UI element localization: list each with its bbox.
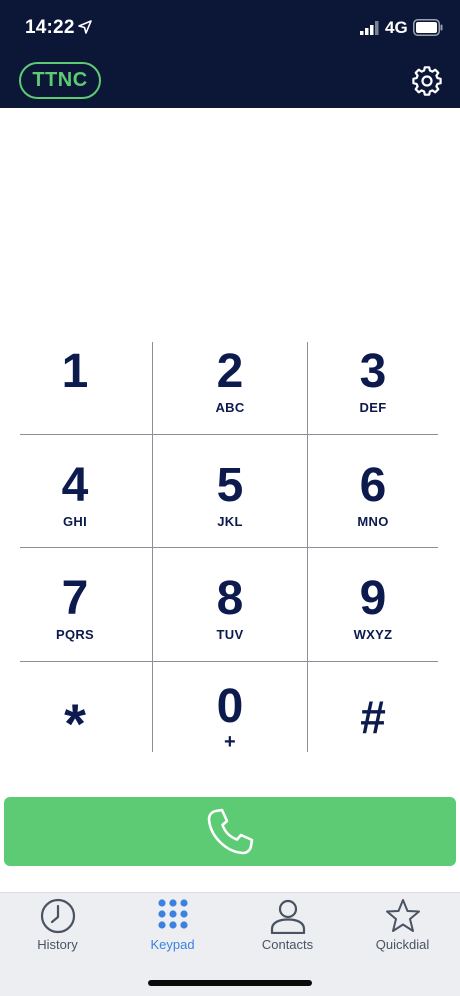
tab-history[interactable]: History [0,893,115,963]
key-0[interactable]: 0 + [153,677,307,754]
key-digit: 6 [359,459,387,512]
key-digit: 5 [216,459,244,512]
key-letters: GHI [62,514,87,529]
location-arrow-icon [78,20,92,34]
tab-contacts[interactable]: Contacts [230,893,345,963]
dial-keypad: 1 2 ABC 3 DEF 4 GHI 5 JKL 6 MNO 7 PQRS 8… [20,342,438,754]
home-indicator[interactable] [148,980,312,986]
key-6[interactable]: 6 MNO [308,456,438,547]
key-letters: WXYZ [353,627,393,642]
status-time: 14:22 [25,17,75,38]
key-4[interactable]: 4 GHI [20,456,130,547]
tab-label: Contacts [261,937,314,952]
key-7[interactable]: 7 PQRS [20,569,130,661]
tab-quickdial[interactable]: Quickdial [345,893,460,963]
key-9[interactable]: 9 WXYZ [308,569,438,661]
key-3[interactable]: 3 DEF [308,342,438,434]
key-letters: JKL [217,514,243,529]
call-button[interactable] [4,797,456,866]
tab-label: Quickdial [375,937,430,952]
keypad-divider [20,434,438,435]
app-header: 14:22 4G TTNC [0,0,460,108]
person-icon [270,899,305,934]
key-letters: + [224,731,236,753]
key-digit: 8 [216,572,244,625]
key-2[interactable]: 2 ABC [153,342,307,434]
status-bar: 14:22 4G [0,0,460,56]
ttnc-logo: TTNC [19,62,101,99]
key-digit: 1 [61,345,89,398]
key-digit: 4 [61,459,89,512]
key-letters: MNO [357,514,389,529]
key-letters: TUV [216,627,244,642]
settings-gear-icon[interactable] [410,64,444,98]
key-digit: 3 [359,345,387,398]
key-8[interactable]: 8 TUV [153,569,307,661]
star-icon [385,899,420,932]
network-type: 4G [385,18,408,37]
key-letters: ABC [215,400,245,415]
tab-keypad[interactable]: Keypad [115,893,230,963]
key-letters: PQRS [55,627,95,642]
clock-icon [40,898,75,934]
key-1[interactable]: 1 [20,342,130,434]
keypad-divider [20,547,438,548]
battery-icon [413,19,443,36]
key-digit: 7 [61,572,89,625]
signal-icon [360,21,379,35]
key-digit: * [64,692,86,755]
key-digit: 2 [216,345,244,398]
key-star[interactable]: * [20,692,130,752]
phone-icon [207,808,254,854]
key-5[interactable]: 5 JKL [153,456,307,547]
key-digit: # [360,691,386,743]
tab-label: Keypad [150,937,195,952]
key-hash[interactable]: # [308,692,438,752]
keypad-divider [20,661,438,662]
key-digit: 0 [216,680,244,733]
key-digit: 9 [359,572,387,625]
keypad-grid-icon [157,899,188,929]
key-letters: DEF [359,400,387,415]
tab-label: History [37,937,78,952]
